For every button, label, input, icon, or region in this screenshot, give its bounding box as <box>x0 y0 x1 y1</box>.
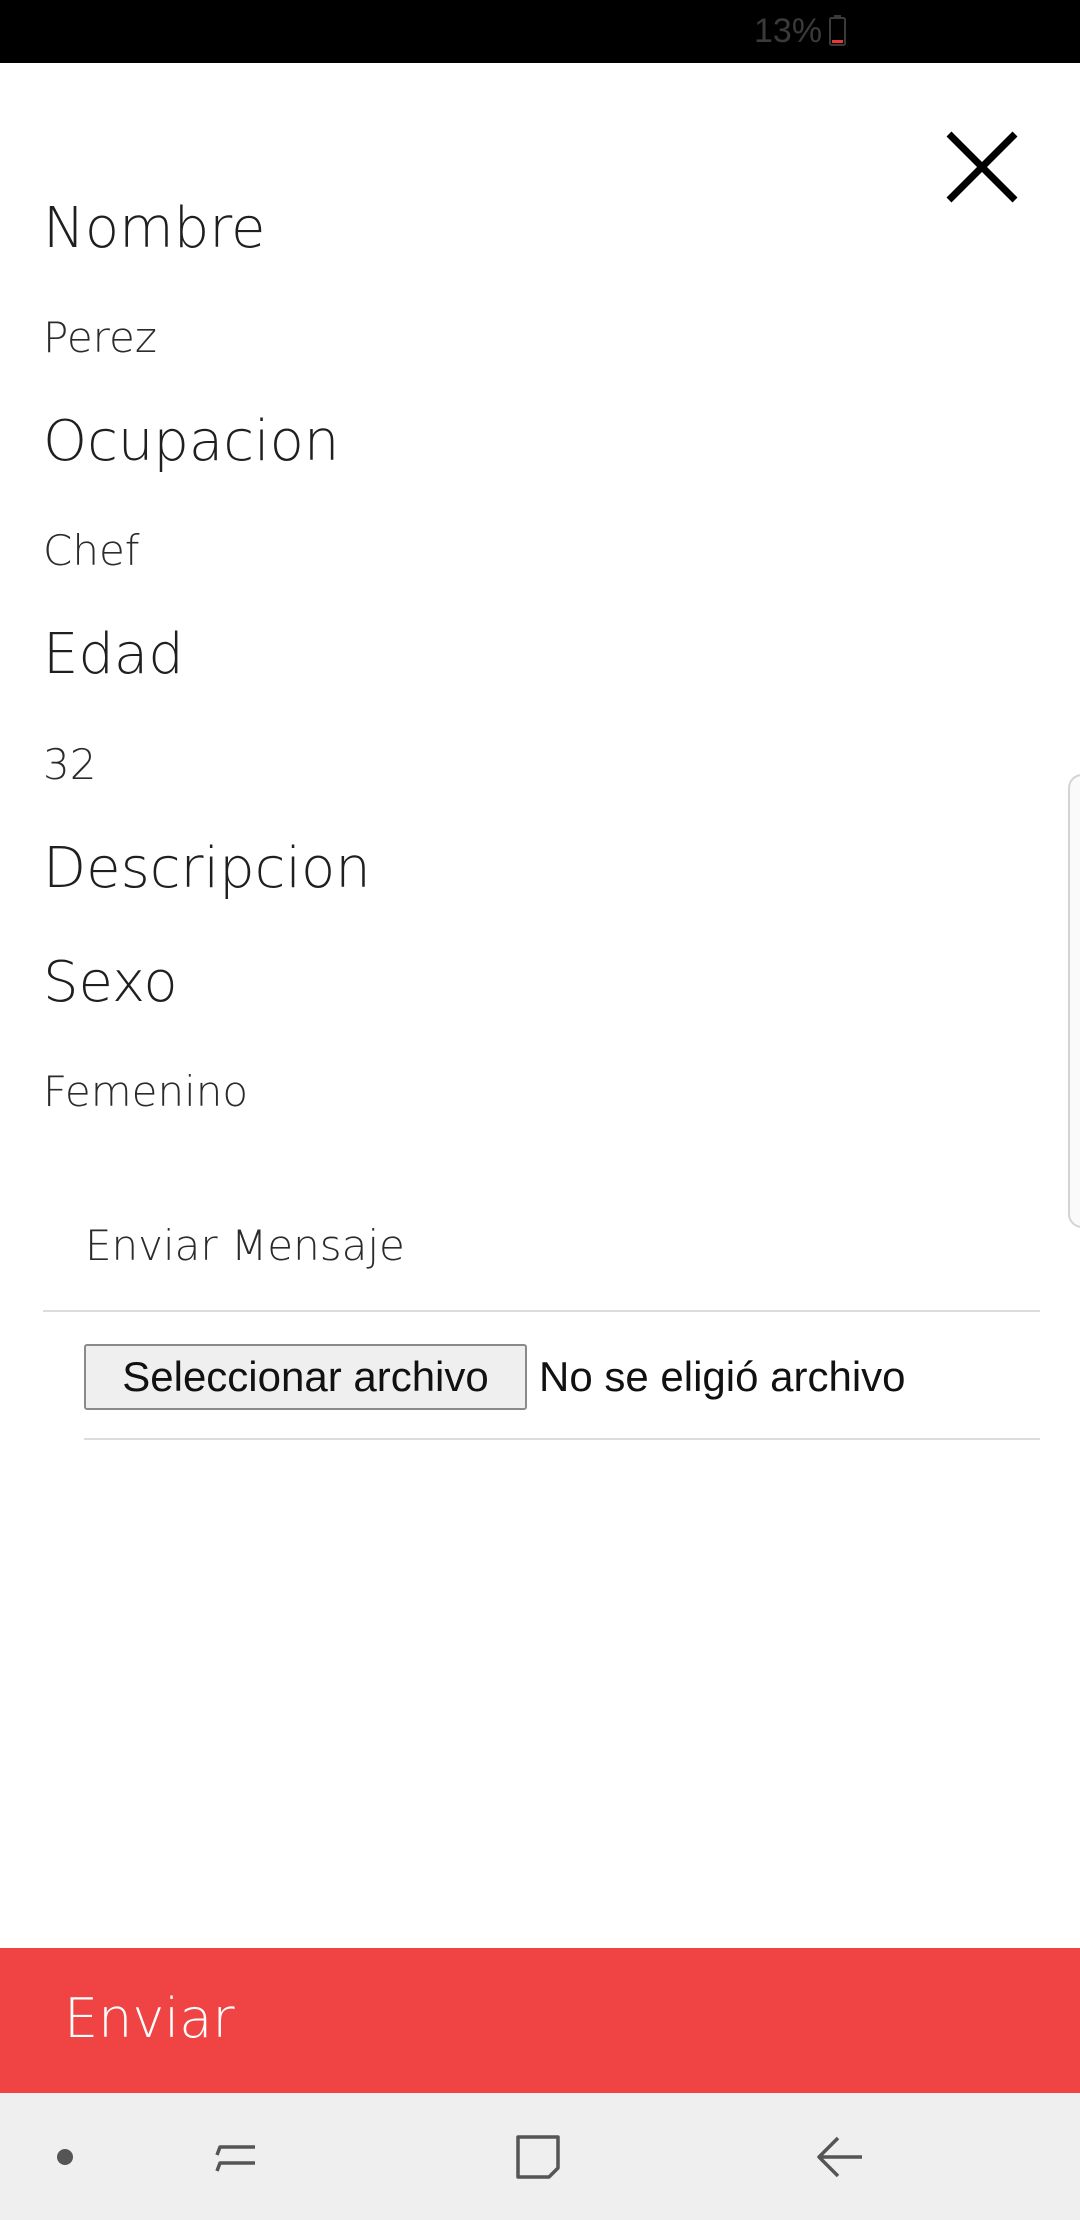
close-button[interactable] <box>940 125 1024 209</box>
battery-low-icon <box>829 15 846 46</box>
navigation-bar <box>0 2093 1080 2220</box>
send-button[interactable]: Enviar <box>0 1948 1080 2093</box>
file-status: No se eligió archivo <box>539 1353 906 1400</box>
sex-label: Sexo <box>43 950 178 1015</box>
select-file-button[interactable]: Seleccionar archivo <box>84 1344 527 1410</box>
nav-dot-button[interactable] <box>30 2093 100 2220</box>
occupation-label: Ocupacion <box>43 409 340 474</box>
back-icon <box>817 2136 862 2177</box>
message-input[interactable] <box>43 1180 1040 1312</box>
name-label: Nombre <box>43 196 266 261</box>
name-value: Perez <box>43 313 157 362</box>
send-button-label: Enviar <box>64 1987 235 2050</box>
age-value: 32 <box>43 740 97 789</box>
status-bar: 13% <box>0 0 1080 63</box>
recent-apps-icon <box>215 2144 255 2172</box>
home-button[interactable] <box>488 2093 588 2220</box>
age-label: Edad <box>43 622 184 687</box>
back-button[interactable] <box>790 2093 890 2220</box>
home-icon <box>516 2134 560 2179</box>
file-upload: Seleccionar archivo No se eligió archivo <box>84 1312 1040 1440</box>
description-label: Descripcion <box>43 836 371 901</box>
occupation-value: Chef <box>43 526 140 575</box>
sex-value: Femenino <box>43 1067 249 1116</box>
dot-icon <box>57 2148 73 2165</box>
close-icon <box>946 131 1018 203</box>
battery-percentage: 13% <box>754 12 823 50</box>
recent-apps-button[interactable] <box>186 2093 286 2220</box>
edge-panel-handle[interactable] <box>1068 774 1080 1228</box>
